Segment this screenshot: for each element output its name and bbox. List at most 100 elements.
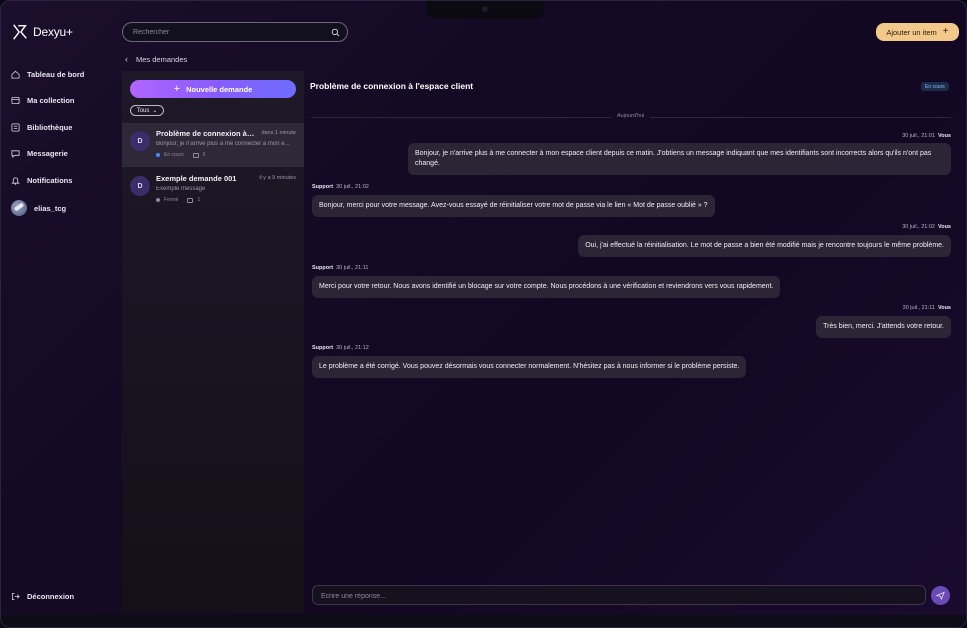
add-item-button[interactable]: Ajouter un item + xyxy=(876,23,959,41)
status-dot xyxy=(156,198,160,202)
message-author: Support xyxy=(312,345,334,351)
message-icon xyxy=(11,150,20,159)
message-incoming: Support 30 juil., 21:02 Bonjour, merci po… xyxy=(312,184,732,217)
user-profile[interactable]: elias_tcg xyxy=(11,200,66,216)
logo-icon xyxy=(13,24,27,40)
status-badge: En cours xyxy=(921,82,949,91)
conversation-title: Problème de connexion à l'espace client xyxy=(310,81,474,91)
request-item[interactable]: D Exemple demande 001 il y a 9 minutes E… xyxy=(122,168,304,212)
message-header: Support 30 juil., 21:11 xyxy=(312,265,812,271)
brand-logo[interactable]: Dexyu+ xyxy=(11,23,73,41)
message-header: 30 juil., 21:11 Vous xyxy=(761,305,951,311)
back-label: Mes demandes xyxy=(136,54,188,64)
sidebar-item-label: Ma collection xyxy=(27,96,75,106)
status-dot xyxy=(156,153,160,157)
request-preview: Exemple message xyxy=(156,186,206,192)
library-icon xyxy=(11,123,20,132)
back-link[interactable]: ‹ Mes demandes xyxy=(125,54,187,64)
sidebar-item-label: Notifications xyxy=(27,175,73,185)
message-incoming: Support 30 juil., 21:11 Merci pour votre … xyxy=(312,265,812,298)
request-meta: Fermé 1 xyxy=(156,197,296,203)
search-bar xyxy=(122,22,348,42)
search-input[interactable] xyxy=(133,26,323,38)
message-time: 30 juil., 21:11 xyxy=(336,265,369,271)
reply-composer xyxy=(312,585,926,605)
add-item-label: Ajouter un item xyxy=(886,27,937,37)
filter-dropdown[interactable]: Tous ⌄ xyxy=(130,105,164,116)
message-bubble: Le problème a été corrigé. Vous pouvez d… xyxy=(312,356,747,378)
request-count: 1 xyxy=(197,197,201,203)
request-preview: Bonjour, je n'arrive plus à me connecter… xyxy=(156,141,290,147)
home-icon xyxy=(11,70,20,79)
request-meta: En cours 6 xyxy=(156,152,296,158)
message-bubble: Bonjour, merci pour votre message. Avez-… xyxy=(312,195,715,217)
chevron-left-icon: ‹ xyxy=(125,54,128,64)
message-time: 30 juil., 21:01 xyxy=(902,133,935,139)
camera-notch xyxy=(426,1,544,19)
collection-icon xyxy=(11,97,20,105)
message-author: Vous xyxy=(937,224,951,230)
message-bubble: Très bien, merci. J'attends votre retour… xyxy=(816,316,951,338)
message-outgoing: 30 juil., 21:11 Vous Très bien, merci. J'… xyxy=(761,305,951,338)
message-time: 30 juil., 21:11 xyxy=(902,305,935,311)
message-author: Vous xyxy=(937,305,951,311)
request-count: 6 xyxy=(202,152,206,158)
search-icon[interactable] xyxy=(331,28,340,37)
app-window: Dexyu+ Tableau de bord Ma collection Bib… xyxy=(0,0,967,628)
bottom-bar xyxy=(1,615,966,627)
new-request-label: Nouvelle demande xyxy=(186,84,253,94)
sidebar-item-label: Bibliothèque xyxy=(27,122,73,132)
sidebar-item-messaging[interactable]: Messagerie xyxy=(11,141,111,168)
message-header: Support 30 juil., 21:02 xyxy=(312,184,732,190)
requests-panel: + Nouvelle demande Tous ⌄ D Problème de … xyxy=(122,71,304,613)
message-incoming: Support 30 juil., 21:12 Le problème a été… xyxy=(312,345,782,378)
logout-button[interactable]: Déconnexion xyxy=(11,592,74,601)
sidebar-item-label: Messagerie xyxy=(27,149,68,159)
sidebar-nav: Tableau de bord Ma collection Bibliothèq… xyxy=(11,61,111,194)
day-divider-label: Aujourd'hui xyxy=(611,113,651,119)
message-author: Support xyxy=(312,265,334,271)
chevron-down-icon: ⌄ xyxy=(152,108,158,114)
request-title: Exemple demande 001 xyxy=(156,174,237,183)
message-author: Support xyxy=(312,184,334,190)
logout-label: Déconnexion xyxy=(27,592,75,601)
request-status: Fermé xyxy=(164,197,179,203)
camera-dot xyxy=(482,6,488,12)
avatar xyxy=(11,200,27,216)
message-bubble: Merci pour votre retour. Nous avons iden… xyxy=(312,276,781,298)
request-time: dans 1 minute xyxy=(261,130,296,136)
filter-label: Tous xyxy=(136,107,150,114)
plus-icon: + xyxy=(942,26,949,37)
request-time: il y a 9 minutes xyxy=(259,175,296,181)
comment-icon xyxy=(187,197,194,203)
message-time: 30 juil., 21:12 xyxy=(336,345,369,351)
message-header: 30 juil., 21:02 Vous xyxy=(561,224,951,230)
request-status: En cours xyxy=(164,152,184,158)
sidebar-item-library[interactable]: Bibliothèque xyxy=(11,114,111,141)
message-header: 30 juil., 21:01 Vous xyxy=(408,133,951,139)
message-bubble: Bonjour, je n'arrive plus à me connecter… xyxy=(408,143,951,175)
new-request-button[interactable]: + Nouvelle demande xyxy=(130,80,296,98)
logout-icon xyxy=(11,592,20,601)
request-title: Problème de connexion à l'e... xyxy=(156,129,256,138)
sidebar-item-notifications[interactable]: Notifications xyxy=(11,167,111,194)
request-avatar: D xyxy=(130,131,150,151)
reply-input[interactable] xyxy=(321,590,911,602)
comment-icon xyxy=(192,152,199,158)
plus-icon: + xyxy=(173,82,181,95)
sidebar-item-collection[interactable]: Ma collection xyxy=(11,88,111,115)
send-button[interactable] xyxy=(931,586,950,605)
message-outgoing: 30 juil., 21:02 Vous Oui, j'ai effectué l… xyxy=(561,224,951,257)
message-bubble: Oui, j'ai effectué la réinitialisation. … xyxy=(578,235,951,257)
message-header: Support 30 juil., 21:12 xyxy=(312,345,782,351)
day-divider: Aujourd'hui xyxy=(311,113,951,119)
send-icon xyxy=(936,591,945,600)
user-name: elias_tcg xyxy=(34,203,67,213)
sidebar-item-label: Tableau de bord xyxy=(27,69,85,79)
message-author: Vous xyxy=(937,133,951,139)
sidebar-item-dashboard[interactable]: Tableau de bord xyxy=(11,61,111,88)
message-time: 30 juil., 21:02 xyxy=(902,224,935,230)
request-avatar: D xyxy=(130,176,150,196)
message-time: 30 juil., 21:02 xyxy=(336,184,369,190)
request-item[interactable]: D Problème de connexion à l'e... dans 1 … xyxy=(122,123,304,167)
